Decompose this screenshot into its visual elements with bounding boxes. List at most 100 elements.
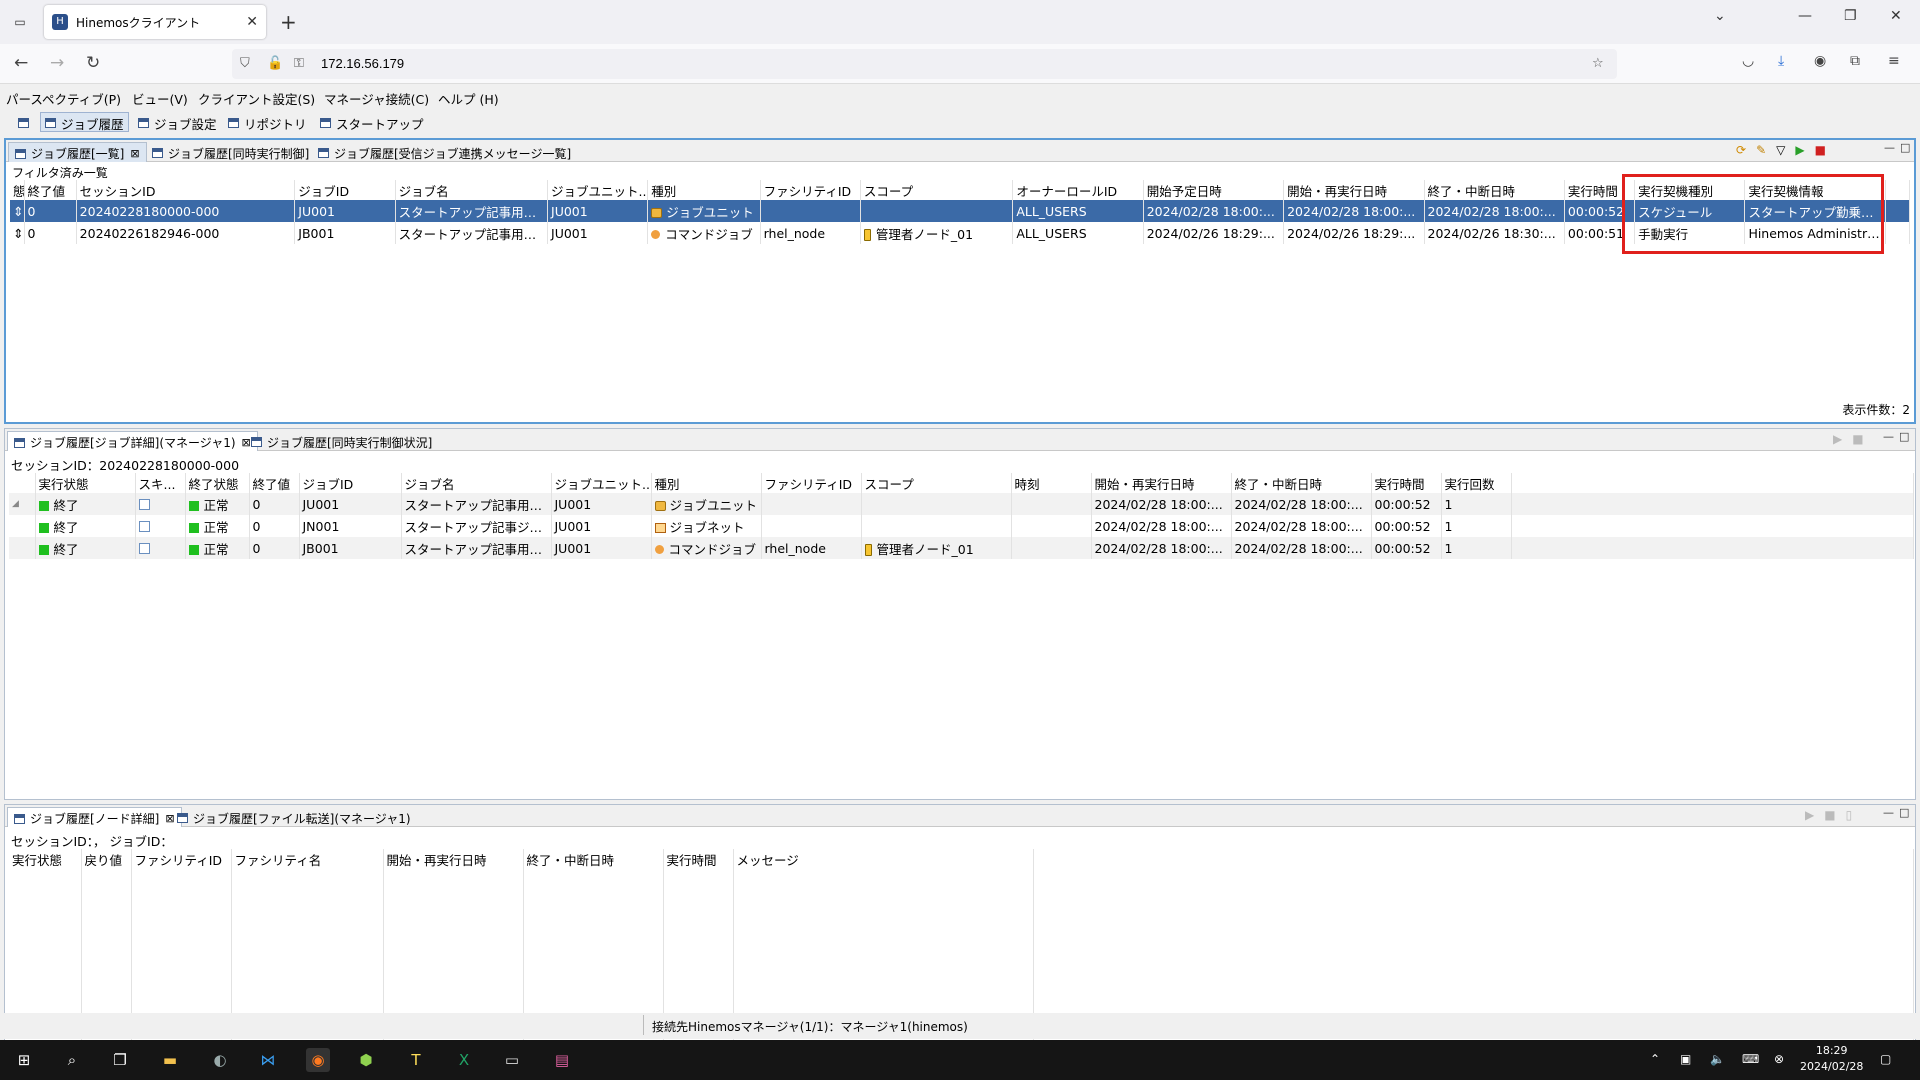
col-start[interactable]: 開始・再実行日時: [383, 849, 524, 869]
tab-file-transfer[interactable]: ジョブ履歴[ファイル転送](マネージャ1): [171, 807, 417, 827]
minimize-icon[interactable]: —: [1884, 141, 1895, 154]
col-job-name[interactable]: ジョブ名: [395, 180, 549, 200]
notification-icon[interactable]: ▢: [1880, 1052, 1891, 1066]
col-end-state[interactable]: 終了状態: [185, 473, 250, 493]
bookmark-star-icon[interactable]: ☆: [1592, 56, 1604, 71]
col-end-value[interactable]: 終了値: [24, 180, 77, 200]
col-type[interactable]: 種別: [647, 180, 761, 200]
stop-icon[interactable]: ■: [1824, 808, 1835, 822]
tab-list-icon[interactable]: ▭: [8, 10, 32, 34]
network-icon[interactable]: ▣: [1680, 1052, 1691, 1066]
col-run-state[interactable]: 実行状態: [9, 849, 82, 869]
clock[interactable]: 18:29 2024/02/28: [1800, 1043, 1863, 1075]
col-job-name[interactable]: ジョブ名: [401, 473, 552, 493]
terminal-icon[interactable]: ▭: [500, 1048, 524, 1072]
tab-concurrent-control[interactable]: ジョブ履歴[同時実行制御]: [146, 142, 315, 162]
col-job-unit[interactable]: ジョブユニット...: [551, 473, 652, 493]
col-end[interactable]: 終了・中断日時: [1424, 180, 1565, 200]
col-run-state[interactable]: 実行状態: [35, 473, 136, 493]
stop-icon[interactable]: ■: [1815, 143, 1826, 157]
url-bar[interactable]: ⛉ 🔓 ⚿ 172.16.56.179 ☆: [232, 49, 1617, 79]
menu-icon[interactable]: ≡: [1888, 53, 1900, 69]
app-icon[interactable]: ⬢: [354, 1048, 378, 1072]
lock-icon[interactable]: 🔓: [267, 56, 283, 71]
table-row[interactable]: 終了 正常 0 JB001 スタートアップ記事用ジ... JU001 コマンドジ…: [9, 537, 1914, 559]
col-message[interactable]: メッセージ: [733, 849, 1034, 869]
menu-view[interactable]: ビュー(V): [132, 89, 188, 108]
minimize-icon[interactable]: —: [1883, 806, 1894, 819]
col-return-value[interactable]: 戻り値: [81, 849, 132, 869]
close-tab-icon[interactable]: ✕: [246, 14, 258, 30]
maximize-icon[interactable]: □: [1899, 806, 1909, 819]
refresh-icon[interactable]: ⟳: [1736, 143, 1746, 157]
col-scheduled[interactable]: 開始予定日時: [1143, 180, 1285, 200]
col-facility-id[interactable]: ファシリティID: [761, 473, 862, 493]
restore-icon[interactable]: ❐: [1844, 8, 1857, 24]
search-icon[interactable]: ⌕: [60, 1048, 84, 1072]
ime-icon[interactable]: ⊗: [1774, 1052, 1784, 1066]
shield-icon[interactable]: ⛉: [240, 56, 250, 71]
firefox-icon[interactable]: ◉: [306, 1048, 330, 1072]
col-run-count[interactable]: 実行回数: [1441, 473, 1512, 493]
task-view-icon[interactable]: ❐: [108, 1048, 132, 1072]
tab-node-detail[interactable]: ジョブ履歴[ノード詳細] ⊠: [7, 807, 182, 827]
maximize-icon[interactable]: □: [1900, 141, 1910, 154]
extensions-icon[interactable]: ⧉: [1850, 53, 1860, 69]
download-icon[interactable]: ⤓: [1778, 53, 1784, 69]
filter-icon[interactable]: ▽: [1776, 143, 1785, 157]
key-icon[interactable]: ⚿: [294, 56, 304, 71]
back-icon[interactable]: ←: [14, 53, 28, 73]
new-tab-icon[interactable]: +: [280, 10, 297, 34]
menu-help[interactable]: ヘルプ (H): [438, 89, 499, 108]
volume-icon[interactable]: 🔈: [1710, 1052, 1725, 1066]
col-state[interactable]: 態: [10, 180, 25, 200]
tree-expand-icon[interactable]: ◢: [9, 493, 36, 515]
close-window-icon[interactable]: ✕: [1890, 8, 1902, 24]
close-icon[interactable]: ⊠: [130, 147, 139, 160]
col-facility-id[interactable]: ファシリティID: [760, 180, 861, 200]
menu-perspective[interactable]: パースペクティブ(P): [6, 89, 121, 108]
table-row[interactable]: 終了 正常 0 JN001 スタートアップ記事ジョ... JU001 ジョブネッ…: [9, 515, 1914, 537]
perspective-startup[interactable]: スタートアップ: [316, 112, 428, 132]
vscode-icon[interactable]: ⋈: [256, 1048, 280, 1072]
tab-concurrent-status[interactable]: ジョブ履歴[同時実行制御状況]: [245, 431, 438, 451]
col-time[interactable]: 時刻: [1011, 473, 1092, 493]
tab-job-history-list[interactable]: ジョブ履歴[一覧] ⊠: [8, 142, 147, 162]
chevron-up-icon[interactable]: ⌃: [1650, 1052, 1660, 1066]
excel-icon[interactable]: X: [452, 1048, 476, 1072]
windows-start-icon[interactable]: ⊞: [12, 1048, 36, 1072]
keyboard-icon[interactable]: ⌨: [1742, 1052, 1759, 1066]
col-skip[interactable]: スキ...: [135, 473, 186, 493]
col-facility-name[interactable]: ファシリティ名: [231, 849, 384, 869]
col-job-unit[interactable]: ジョブユニット...: [547, 180, 649, 200]
minimize-icon[interactable]: —: [1798, 8, 1812, 24]
tab-job-detail[interactable]: ジョブ履歴[ジョブ詳細](マネージャ1) ⊠: [7, 431, 258, 451]
teraterm-icon[interactable]: T: [404, 1048, 428, 1072]
run-icon[interactable]: ▶: [1833, 432, 1842, 446]
col-duration[interactable]: 実行時間: [663, 849, 734, 869]
run-icon[interactable]: ▶: [1795, 143, 1804, 157]
chevron-down-icon[interactable]: ⌄: [1714, 8, 1726, 24]
col-job-id[interactable]: ジョブID: [299, 473, 402, 493]
col-end[interactable]: 終了・中断日時: [523, 849, 664, 869]
col-start[interactable]: 開始・再実行日時: [1091, 473, 1232, 493]
minimize-icon[interactable]: —: [1883, 430, 1894, 443]
col-scope[interactable]: スコープ: [860, 180, 1014, 200]
col-scope[interactable]: スコープ: [861, 473, 1012, 493]
reload-icon[interactable]: ↻: [86, 53, 100, 73]
app-icon[interactable]: ▤: [550, 1048, 574, 1072]
auto-update-icon[interactable]: ✎: [1756, 143, 1766, 157]
col-end-value[interactable]: 終了値: [249, 473, 300, 493]
open-perspective-icon[interactable]: [14, 112, 38, 132]
account-icon[interactable]: ◉: [1814, 53, 1826, 69]
perspective-repository[interactable]: リポジトリ: [224, 112, 311, 132]
maximize-icon[interactable]: □: [1899, 430, 1909, 443]
skip-checkbox[interactable]: [138, 542, 150, 554]
skip-checkbox[interactable]: [138, 498, 150, 510]
run-icon[interactable]: ▶: [1805, 808, 1814, 822]
menu-client-settings[interactable]: クライアント設定(S): [198, 89, 315, 108]
file-explorer-icon[interactable]: ▬: [158, 1048, 182, 1072]
col-owner-role[interactable]: オーナーロールID: [1012, 180, 1144, 200]
skip-checkbox[interactable]: [138, 520, 150, 532]
stop-icon[interactable]: ■: [1852, 432, 1863, 446]
